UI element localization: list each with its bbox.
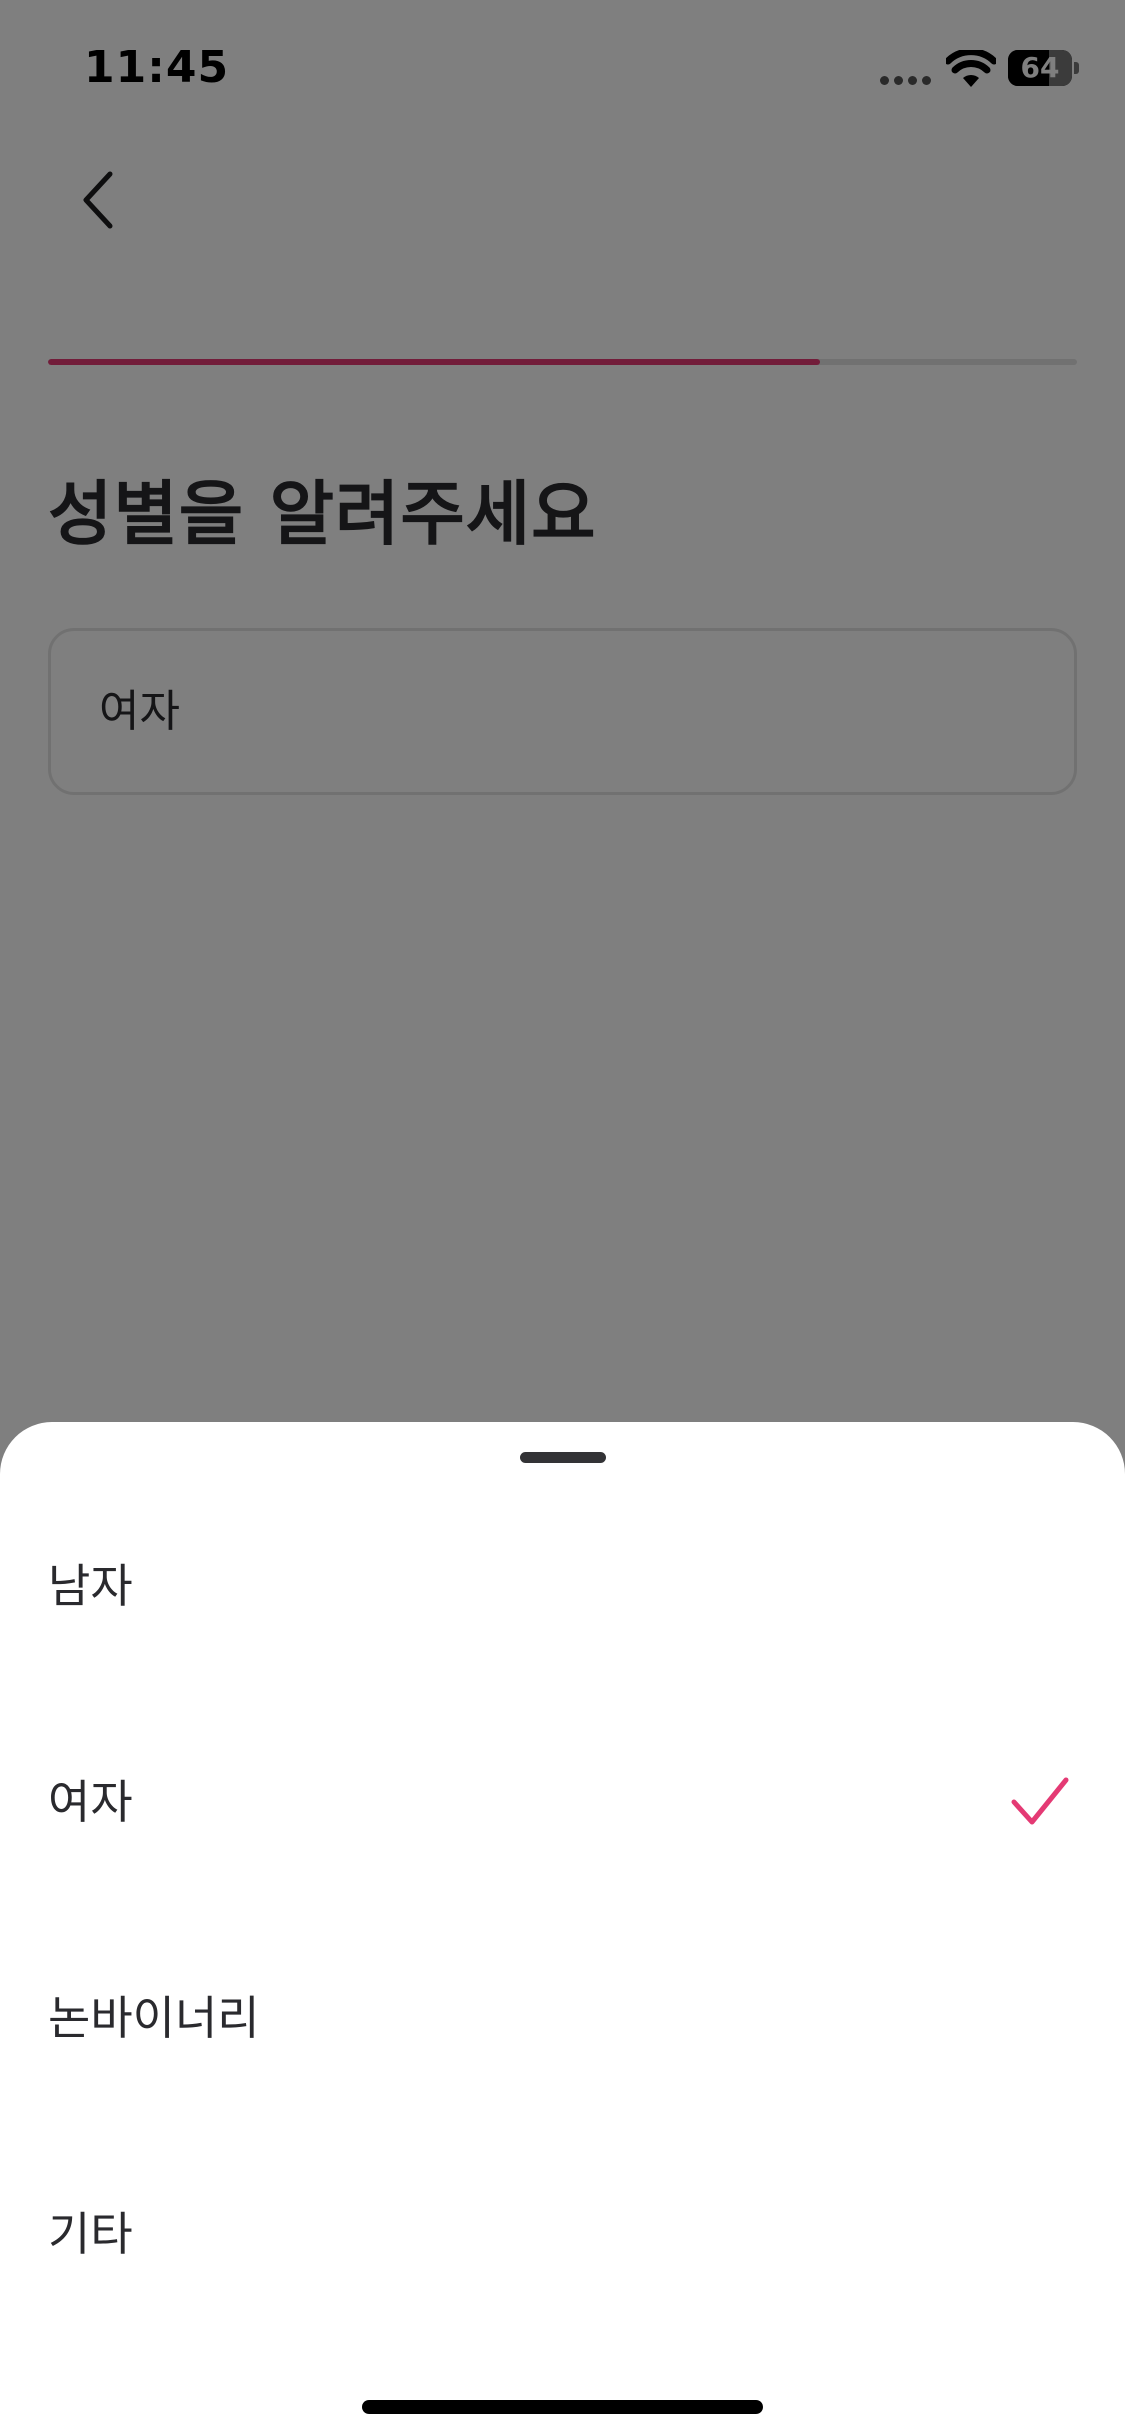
option-label: 기타 <box>48 2207 133 2261</box>
option-label: 남자 <box>48 1559 133 1613</box>
option-nonbinary[interactable]: 논바이너리 <box>0 1910 1125 2126</box>
option-male[interactable]: 남자 <box>0 1478 1125 1694</box>
gender-options-sheet: 남자 여자 논바이너리 기타 <box>0 1422 1125 2436</box>
option-label: 논바이너리 <box>48 1991 260 2045</box>
home-indicator[interactable] <box>362 2400 763 2414</box>
option-label: 여자 <box>48 1775 133 1829</box>
sheet-drag-handle[interactable] <box>520 1452 606 1463</box>
option-female[interactable]: 여자 <box>0 1694 1125 1910</box>
option-other[interactable]: 기타 <box>0 2126 1125 2342</box>
gender-option-list: 남자 여자 논바이너리 기타 <box>0 1478 1125 2342</box>
checkmark-icon <box>1011 1777 1069 1825</box>
